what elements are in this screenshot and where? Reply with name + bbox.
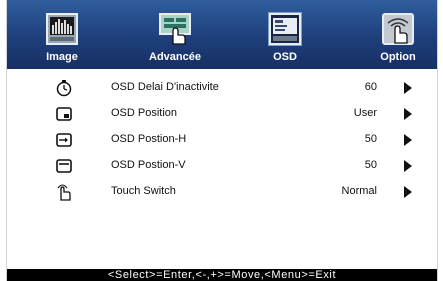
- image-icon: [46, 13, 78, 45]
- setting-value: 50: [364, 133, 377, 145]
- timer-icon: [56, 80, 72, 97]
- setting-label: OSD Postion-V: [111, 159, 186, 171]
- setting-row-osd-position-h[interactable]: OSD Postion-H 50: [7, 127, 437, 153]
- osd-menu-window: Image Advancée OSD Option OSD Delai D'in…: [6, 0, 438, 281]
- right-arrow-icon[interactable]: [404, 186, 412, 198]
- setting-value: User: [353, 107, 377, 119]
- right-arrow-icon[interactable]: [404, 82, 412, 94]
- key-hint-bar: <Select>=Enter,<-,+>=Move,<Menu>=Exit: [7, 269, 437, 281]
- tab-image-label: Image: [46, 51, 78, 63]
- tab-image[interactable]: Image: [31, 0, 93, 69]
- tab-osd[interactable]: OSD: [254, 0, 316, 69]
- vertical-position-icon: [56, 159, 72, 173]
- osd-icon: [269, 13, 301, 45]
- right-arrow-icon[interactable]: [404, 160, 412, 172]
- setting-value: Normal: [341, 185, 377, 197]
- setting-label: OSD Delai D'inactivite: [111, 81, 219, 93]
- setting-label: OSD Postion-H: [111, 133, 187, 145]
- setting-row-osd-position-v[interactable]: OSD Postion-V 50: [7, 153, 437, 179]
- tab-advanced-label: Advancée: [149, 51, 201, 63]
- touch-hand-icon: [57, 184, 71, 201]
- setting-row-osd-position[interactable]: OSD Position User: [7, 101, 437, 127]
- setting-row-osd-timeout[interactable]: OSD Delai D'inactivite 60: [7, 75, 437, 101]
- right-arrow-icon[interactable]: [404, 108, 412, 120]
- tab-osd-label: OSD: [273, 51, 297, 63]
- setting-row-touch-switch[interactable]: Touch Switch Normal: [7, 179, 437, 205]
- advanced-settings-icon: [159, 13, 191, 45]
- setting-value: 50: [364, 159, 377, 171]
- setting-label: OSD Position: [111, 107, 178, 119]
- setting-value: 60: [364, 81, 377, 93]
- setting-label: Touch Switch: [111, 185, 176, 197]
- touch-option-icon: [382, 13, 414, 45]
- tab-option[interactable]: Option: [367, 0, 429, 69]
- tab-option-label: Option: [380, 51, 416, 63]
- right-arrow-icon[interactable]: [404, 134, 412, 146]
- tab-advanced[interactable]: Advancée: [133, 0, 217, 69]
- tab-bar: Image Advancée OSD Option: [7, 0, 437, 69]
- horizontal-position-icon: [56, 133, 72, 147]
- osd-position-icon: [56, 107, 72, 121]
